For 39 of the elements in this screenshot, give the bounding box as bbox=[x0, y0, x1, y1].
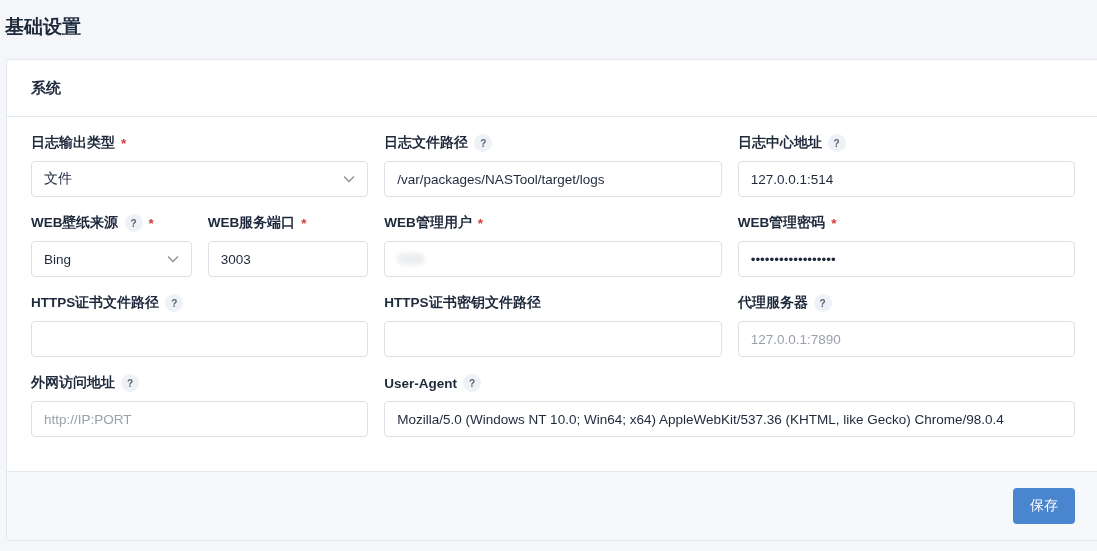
password-field[interactable]: •••••••••••••••••• bbox=[737, 241, 1075, 277]
input-field[interactable]: 127.0.0.1:514 bbox=[737, 161, 1075, 197]
field-label: WEB管理密码 bbox=[737, 214, 826, 232]
input-field[interactable]: /var/packages/NASTool/target/logs bbox=[384, 161, 722, 197]
required-mark: * bbox=[831, 215, 837, 231]
chevron-down-icon bbox=[166, 255, 179, 263]
help-icon[interactable]: ? bbox=[813, 294, 832, 312]
field-label: WEB壁纸来源 bbox=[31, 214, 119, 232]
field-label: HTTPS证书文件路径 bbox=[31, 294, 160, 312]
field-label: 外网访问地址 bbox=[31, 374, 115, 392]
help-icon[interactable]: ? bbox=[165, 294, 184, 312]
required-mark: * bbox=[477, 215, 484, 231]
save-button[interactable]: 保存 bbox=[1013, 488, 1075, 524]
help-icon[interactable]: ? bbox=[124, 214, 143, 232]
help-icon[interactable]: ? bbox=[827, 134, 846, 152]
select-field[interactable]: 文件 bbox=[31, 161, 369, 197]
input-field[interactable] bbox=[384, 241, 722, 277]
field-label: HTTPS证书密钥文件路径 bbox=[384, 294, 541, 312]
input-field[interactable] bbox=[384, 321, 722, 357]
field-label: User-Agent bbox=[384, 375, 458, 391]
required-mark: * bbox=[121, 135, 127, 151]
field-label: WEB管理用户 bbox=[384, 214, 472, 232]
required-mark: * bbox=[148, 215, 154, 231]
page-title: 基础设置 bbox=[5, 15, 82, 39]
input-field[interactable] bbox=[31, 321, 369, 357]
field-label: 日志输出类型 bbox=[31, 134, 115, 152]
select-field[interactable]: Bing bbox=[31, 241, 192, 277]
required-mark: * bbox=[301, 215, 307, 231]
help-icon[interactable]: ? bbox=[463, 374, 482, 392]
chevron-down-icon bbox=[343, 175, 356, 183]
field-label: 代理服务器 bbox=[737, 294, 808, 312]
field-label: WEB服务端口 bbox=[207, 214, 296, 232]
field-label: 日志中心地址 bbox=[737, 134, 822, 152]
field-label: 日志文件路径 bbox=[384, 134, 469, 152]
input-field[interactable]: Mozilla/5.0 (Windows NT 10.0; Win64; x64) AppleWebKit/537.36 (KHTML, like Gecko) Chrome/98.0.4 bbox=[384, 401, 1075, 437]
input-field[interactable]: 3003 bbox=[207, 241, 369, 277]
help-icon[interactable]: ? bbox=[121, 374, 139, 392]
card-title: 系统 bbox=[31, 78, 61, 98]
help-icon[interactable]: ? bbox=[474, 134, 493, 152]
